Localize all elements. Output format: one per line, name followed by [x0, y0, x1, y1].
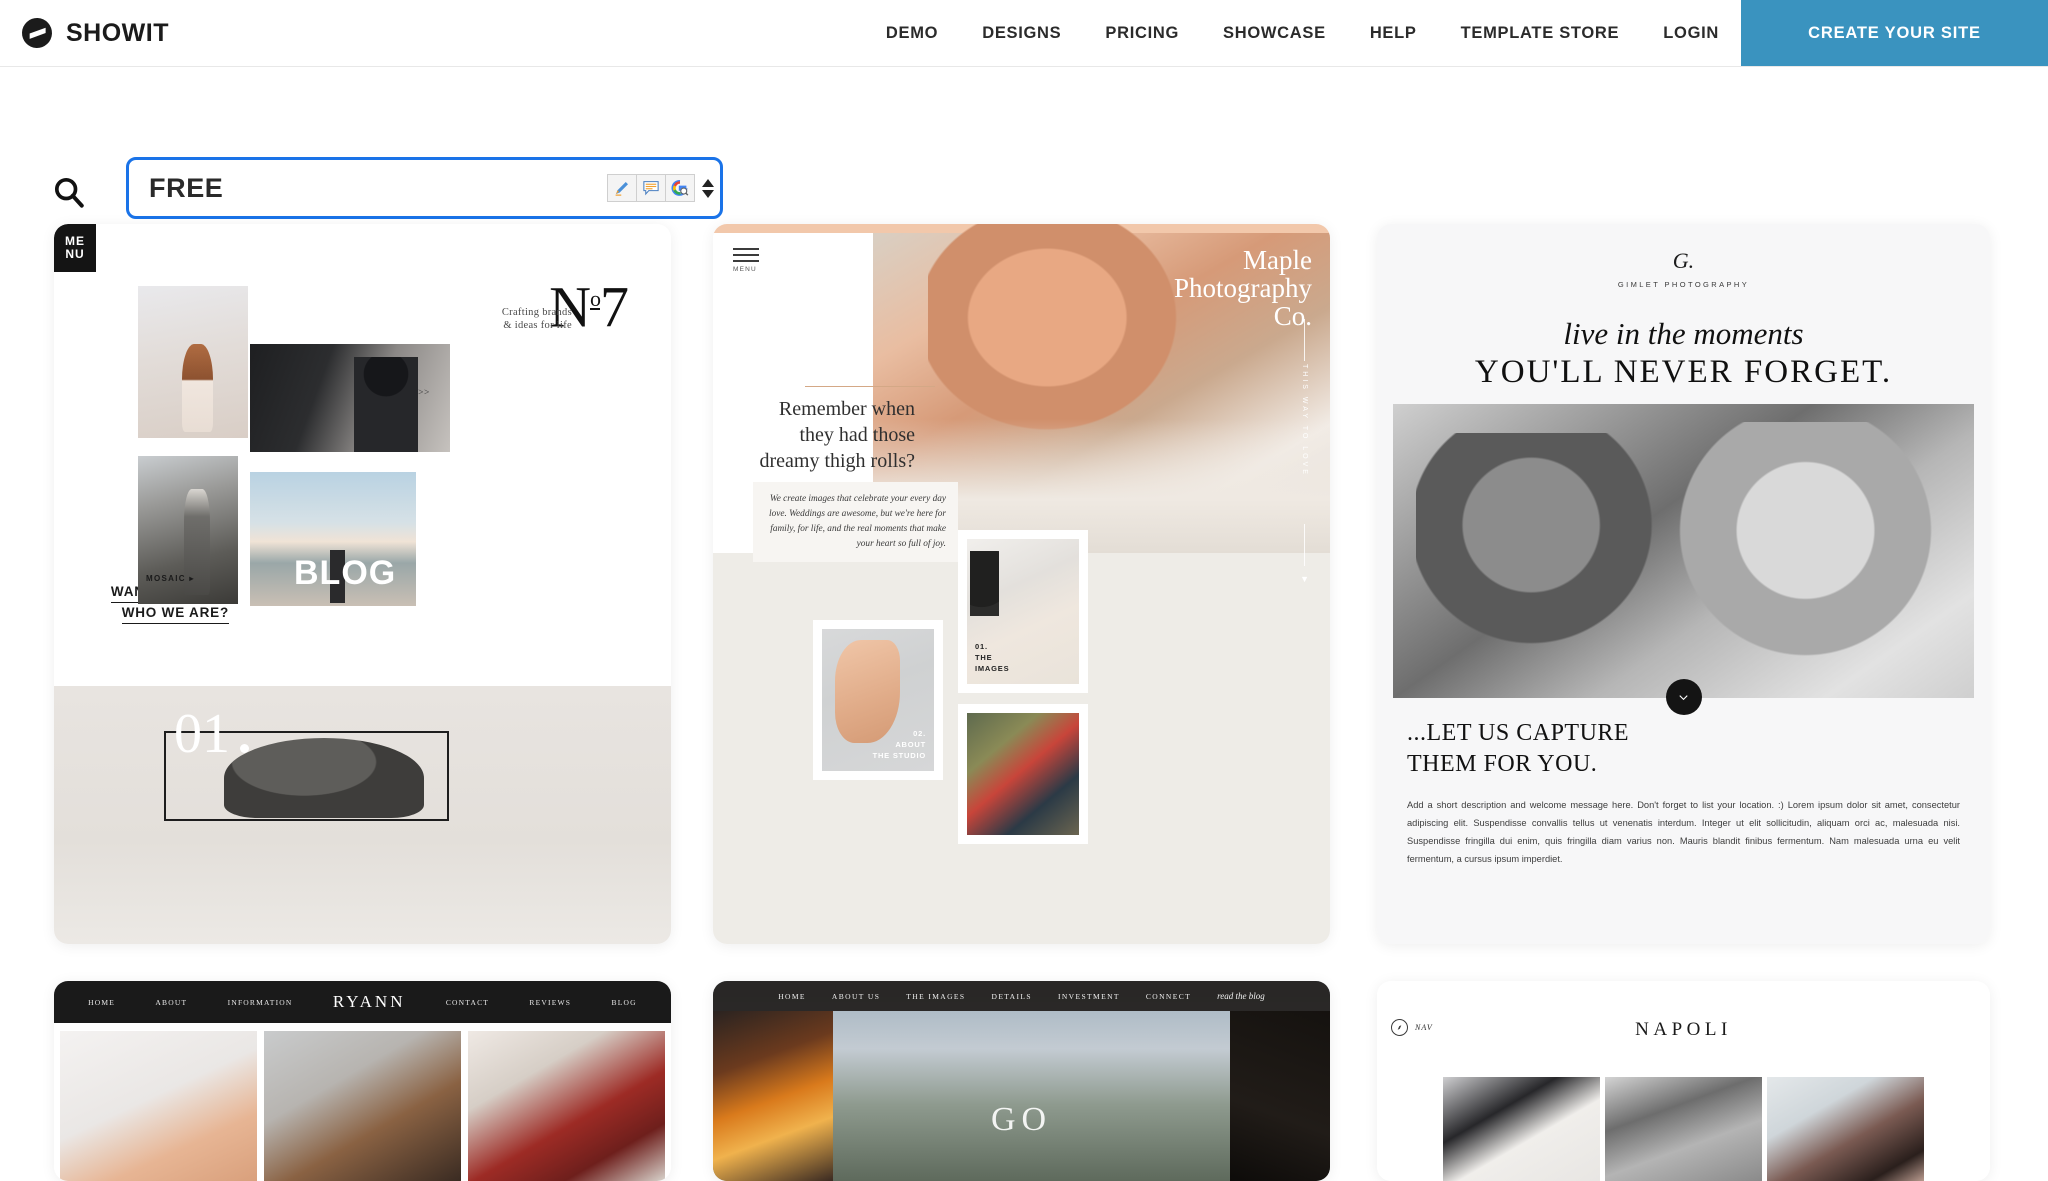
create-your-site-button[interactable]: CREATE YOUR SITE [1741, 0, 2048, 66]
search-row [0, 67, 2048, 219]
stepper-up-icon[interactable] [702, 178, 714, 187]
maple-paragraph: We create images that celebrate your eve… [753, 482, 958, 562]
portland-nav-the-images[interactable]: THE IMAGES [906, 992, 965, 1001]
maple-headline: Remember when they had those dreamy thig… [759, 398, 915, 472]
template-card-portland[interactable]: GO HOME ABOUT US THE IMAGES DETAILS INVE… [713, 981, 1330, 1181]
no7-photo-cap [224, 738, 424, 818]
maple-feature-card-family[interactable] [958, 704, 1088, 844]
portland-hero-word: GO [990, 1101, 1053, 1138]
maple-brand-title: Maple Photography Co. [1174, 245, 1312, 331]
no7-blog-label[interactable]: BLOG [294, 554, 396, 593]
maple-feature-card-studio[interactable]: 02. ABOUT THE STUDIO [813, 620, 943, 780]
napoli-photo-couple [1443, 1077, 1600, 1181]
maple-divider [805, 386, 935, 387]
ryann-photo-row [54, 1031, 671, 1181]
gimlet-headline-caps: YOU'LL NEVER FORGET. [1474, 354, 1893, 390]
napoli-photo-building [1605, 1077, 1762, 1181]
template-card-ryann[interactable]: HOME ABOUT INFORMATION RYANN CONTACT REV… [54, 981, 671, 1181]
ryann-brand: RYANN [332, 992, 406, 1011]
portland-nav-home[interactable]: HOME [778, 992, 806, 1001]
template-card-maple[interactable]: MENU Maple Photography Co. THIS WAY TO L… [713, 224, 1330, 944]
ryann-photo-tarts [264, 1031, 461, 1181]
brand-name: SHOWIT [66, 18, 169, 47]
no7-slide-number: 01 [174, 703, 230, 765]
stepper-down-icon[interactable] [702, 189, 714, 198]
nav-item-login[interactable]: LOGIN [1641, 24, 1741, 43]
gimlet-body-text: Add a short description and welcome mess… [1407, 800, 1960, 864]
gimlet-monogram: G. [1672, 248, 1695, 273]
template-grid: ME NU No7 Crafting brands & ideas for li… [0, 198, 2048, 1181]
template-card-napoli[interactable]: NAV NAPOLI [1377, 981, 1990, 1181]
ryann-nav-home[interactable]: HOME [88, 998, 115, 1007]
nav-item-showcase[interactable]: SHOWCASE [1201, 24, 1348, 43]
brand-logo[interactable]: SHOWIT [0, 0, 169, 66]
no7-dot-marker [240, 744, 249, 753]
portland-nav-about-us[interactable]: ABOUT US [832, 992, 880, 1001]
gimlet-hero-photo [1393, 404, 1974, 698]
napoli-brand: NAPOLI [1635, 1019, 1732, 1040]
maple-feature-2-caption: 02. ABOUT THE STUDIO [872, 729, 926, 760]
portland-nav-investment[interactable]: INVESTMENT [1058, 992, 1120, 1001]
ryann-nav-contact[interactable]: CONTACT [446, 998, 489, 1007]
template-card-gimlet[interactable]: G. GIMLET PHOTOGRAPHY live in the moment… [1377, 224, 1990, 944]
nav-item-help[interactable]: HELP [1348, 24, 1439, 43]
maple-photo-hands: 02. ABOUT THE STUDIO [822, 629, 934, 771]
maple-vertical-rule-bottom [1304, 524, 1305, 566]
napoli-photo-portrait [1767, 1077, 1924, 1181]
nav-links: DEMO DESIGNS PRICING SHOWCASE HELP TEMPL… [864, 0, 1741, 66]
portland-nav-connect[interactable]: CONNECT [1146, 992, 1191, 1001]
search-stepper[interactable] [702, 178, 714, 198]
no7-photo-stretch [138, 286, 248, 438]
no7-carousel-label[interactable]: Carousel >> [377, 388, 430, 398]
napoli-photo-row [1443, 1077, 1924, 1181]
ryann-nav-reviews[interactable]: REVIEWS [529, 998, 571, 1007]
nav-item-demo[interactable]: DEMO [864, 24, 960, 43]
nav-item-pricing[interactable]: PRICING [1083, 24, 1201, 43]
top-navigation-bar: SHOWIT DEMO DESIGNS PRICING SHOWCASE HEL… [0, 0, 2048, 67]
ryann-photo-cherries [468, 1031, 665, 1181]
no7-photo-hat-man: Carousel >> [250, 344, 450, 452]
gimlet-subheadline: ...LET US CAPTURE THEM FOR YOU. [1407, 720, 1630, 777]
maple-photo-baby: 01. THE IMAGES [967, 539, 1079, 684]
portland-navbar: HOME ABOUT US THE IMAGES DETAILS INVESTM… [713, 981, 1330, 1011]
ryann-nav-about[interactable]: ABOUT [155, 998, 187, 1007]
ryann-photo-hand-berry [60, 1031, 257, 1181]
maple-photo-family [967, 713, 1079, 835]
no7-lower-section: 01 [54, 686, 671, 944]
template-card-no7[interactable]: ME NU No7 Crafting brands & ideas for li… [54, 224, 671, 944]
gimlet-brand-subtitle: GIMLET PHOTOGRAPHY [1617, 280, 1750, 289]
portland-nav-read-the-blog[interactable]: read the blog [1217, 991, 1265, 1001]
showit-logo-icon [17, 13, 57, 53]
maple-vertical-label: THIS WAY TO LOVE [1301, 364, 1308, 477]
burger-line [733, 254, 759, 256]
template-menu-button[interactable]: ME NU [54, 224, 96, 272]
maple-scroll-caret-icon[interactable]: ▼ [1300, 574, 1309, 584]
no7-tagline: Crafting brands & ideas for life [501, 307, 572, 332]
gimlet-headline-italic: live in the moments [1563, 316, 1804, 351]
portland-nav-details[interactable]: DETAILS [992, 992, 1032, 1001]
portland-photo-right-silhouette [1230, 1011, 1330, 1181]
burger-line [733, 260, 759, 262]
no7-mosaic-label[interactable]: MOSAIC ▸ [146, 574, 195, 583]
maple-feature-1-caption: 01. THE IMAGES [975, 642, 1010, 673]
no7-title-block: No7 Crafting brands & ideas for life [358, 272, 629, 336]
nav-item-designs[interactable]: DESIGNS [960, 24, 1083, 43]
nav-item-template-store[interactable]: TEMPLATE STORE [1439, 24, 1642, 43]
menu-label-nu: NU [65, 247, 85, 261]
maple-vertical-rule-top [1304, 319, 1305, 361]
maple-menu-button[interactable]: MENU [733, 248, 759, 273]
ryann-nav-information[interactable]: INFORMATION [228, 998, 293, 1007]
ryann-navbar: HOME ABOUT INFORMATION RYANN CONTACT REV… [54, 981, 671, 1023]
maple-menu-label: MENU [733, 266, 757, 273]
chevron-down-icon[interactable] [1665, 679, 1702, 715]
burger-line [733, 248, 759, 250]
maple-feature-card-images[interactable]: 01. THE IMAGES [958, 530, 1088, 693]
portland-photo-left-silhouette [713, 1011, 833, 1181]
ryann-nav-blog[interactable]: BLOG [612, 998, 637, 1007]
